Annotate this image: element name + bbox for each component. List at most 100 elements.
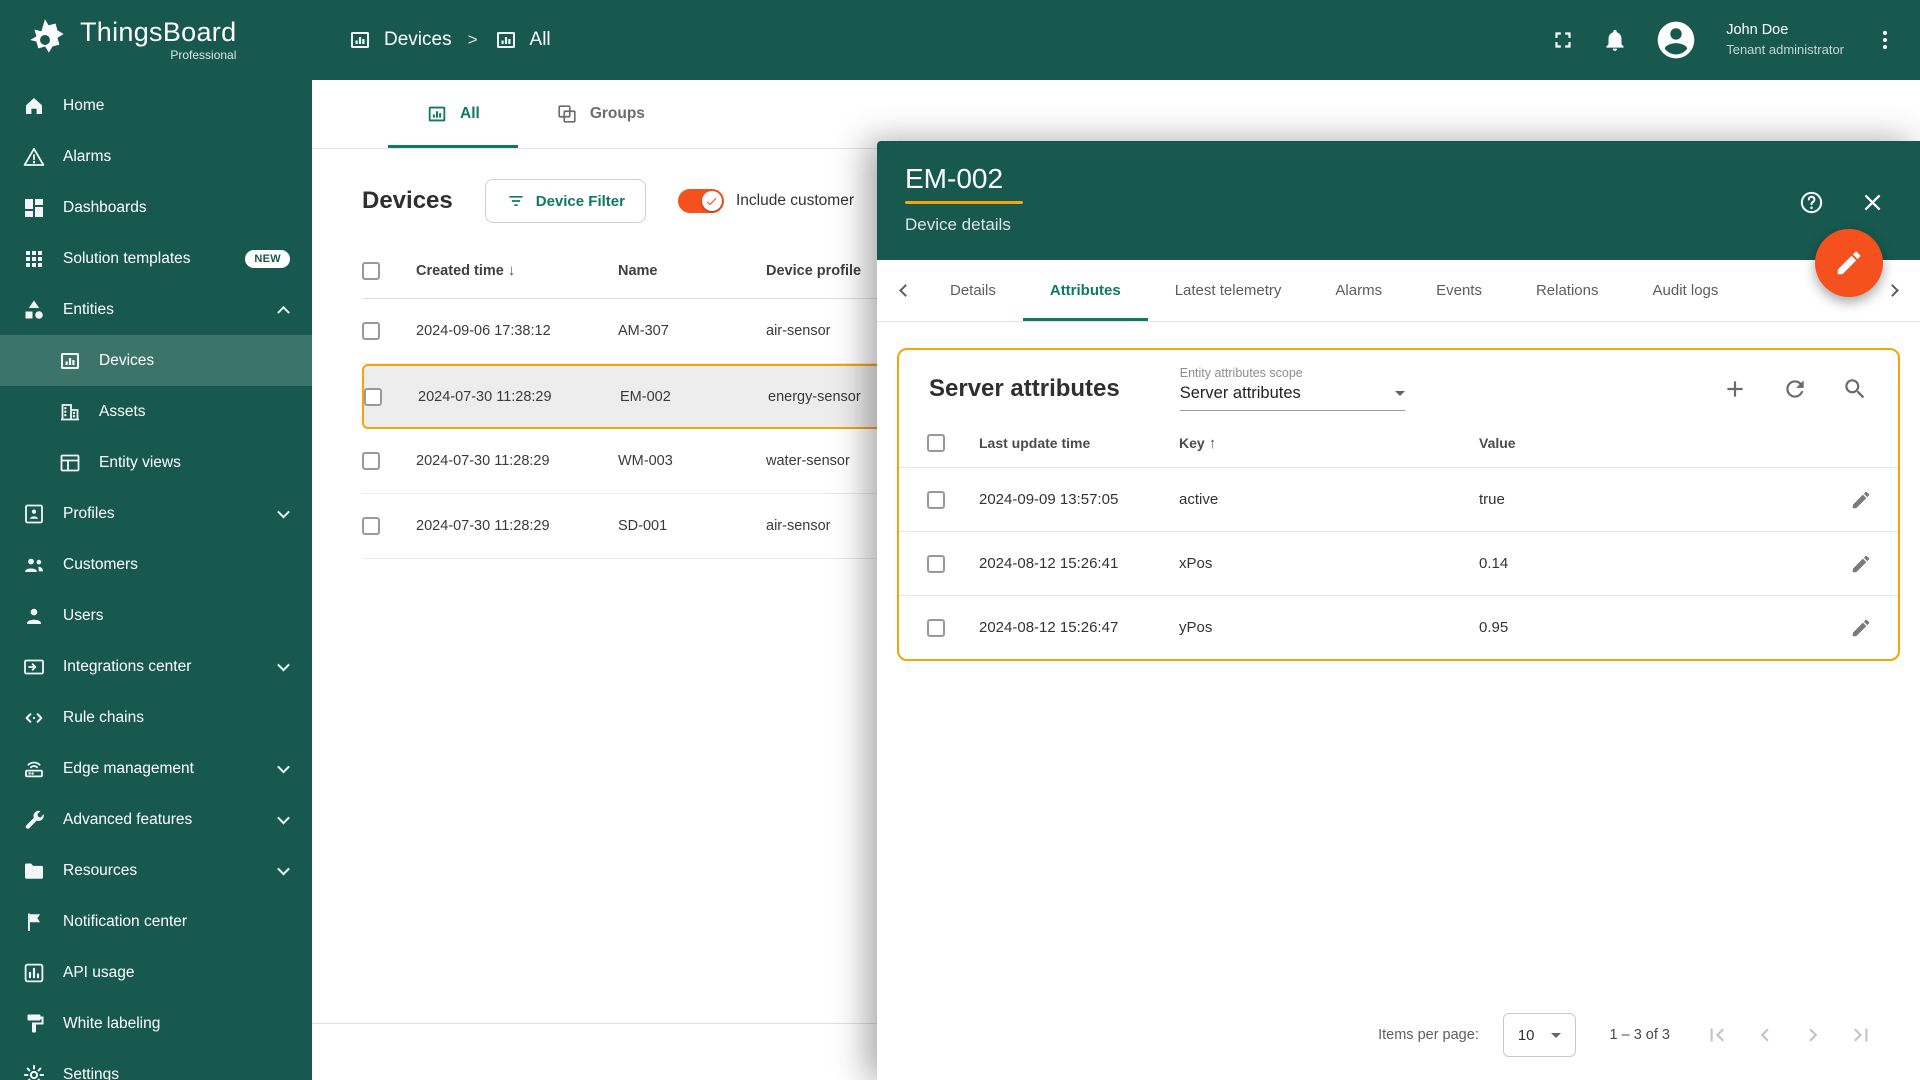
- sidebar-item-home[interactable]: Home: [0, 80, 312, 131]
- sidebar-item-settings[interactable]: Settings: [0, 1049, 312, 1080]
- fullscreen-icon[interactable]: [1550, 27, 1576, 53]
- row-checkbox[interactable]: [362, 452, 380, 470]
- row-checkbox[interactable]: [362, 322, 380, 340]
- sidebar-item-profiles[interactable]: Profiles: [0, 488, 312, 539]
- sidebar-item-edge-management[interactable]: Edge management: [0, 743, 312, 794]
- profiles-icon: [22, 502, 46, 526]
- sidebar-item-api-usage[interactable]: API usage: [0, 947, 312, 998]
- devices-icon: [58, 349, 82, 373]
- breadcrumb-devices[interactable]: Devices: [384, 29, 452, 51]
- entities-icon: [22, 298, 46, 322]
- breadcrumb-all[interactable]: All: [530, 29, 551, 51]
- edit-icon[interactable]: [1850, 617, 1872, 639]
- users-icon: [22, 604, 46, 628]
- panel-tab-alarms[interactable]: Alarms: [1308, 260, 1409, 321]
- last-page-icon[interactable]: [1848, 1022, 1874, 1048]
- tab-all[interactable]: All: [388, 80, 518, 148]
- attributes-scope-select[interactable]: Entity attributes scope Server attribute…: [1179, 366, 1405, 411]
- column-value[interactable]: Value: [1479, 435, 1828, 451]
- white_label-icon: [22, 1012, 46, 1036]
- attr-key-cell: yPos: [1179, 619, 1213, 636]
- breadcrumb-separator: >: [467, 30, 478, 49]
- sidebar-item-entities[interactable]: Entities: [0, 284, 312, 335]
- close-icon[interactable]: [1859, 189, 1886, 216]
- device-filter-button[interactable]: Device Filter: [484, 179, 646, 223]
- page-title: Devices: [362, 187, 453, 214]
- sidebar-item-solution-templates[interactable]: Solution templates NEW: [0, 233, 312, 284]
- user-info[interactable]: John Doe Tenant administrator: [1726, 21, 1844, 58]
- tabs-scroll-left[interactable]: [887, 260, 923, 321]
- sidebar-item-rule-chains[interactable]: Rule chains: [0, 692, 312, 743]
- user-avatar[interactable]: [1654, 18, 1698, 62]
- edit-fab[interactable]: [1815, 229, 1883, 297]
- sidebar-item-white-labeling[interactable]: White labeling: [0, 998, 312, 1049]
- sidebar-item-label: Edge management: [63, 759, 194, 777]
- sidebar-item-label: Entity views: [99, 453, 181, 471]
- tab-groups[interactable]: Groups: [518, 80, 683, 148]
- row-checkbox[interactable]: [362, 517, 380, 535]
- sidebar-item-assets[interactable]: Assets: [0, 386, 312, 437]
- panel-tab-attributes[interactable]: Attributes: [1022, 260, 1148, 321]
- attribute-row-active[interactable]: 2024-09-09 13:57:05 active true: [899, 467, 1898, 531]
- panel-tab-events[interactable]: Events: [1409, 260, 1509, 321]
- panel-tab-relations[interactable]: Relations: [1509, 260, 1626, 321]
- user-name: John Doe: [1726, 22, 1789, 39]
- row-checkbox[interactable]: [364, 387, 382, 406]
- sidebar-item-label: Devices: [99, 351, 155, 369]
- sidebar-item-entity-views[interactable]: Entity views: [0, 437, 312, 488]
- next-page-icon[interactable]: [1800, 1022, 1826, 1048]
- add-attribute-icon[interactable]: [1722, 376, 1748, 402]
- groups-icon: [556, 103, 578, 125]
- sidebar-item-dashboards[interactable]: Dashboards: [0, 182, 312, 233]
- edit-icon[interactable]: [1850, 553, 1872, 575]
- attribute-row-ypos[interactable]: 2024-08-12 15:26:47 yPos 0.95: [899, 595, 1898, 659]
- search-icon[interactable]: [1842, 376, 1868, 402]
- sidebar-item-customers[interactable]: Customers: [0, 539, 312, 590]
- refresh-icon[interactable]: [1782, 376, 1808, 402]
- column-created-time[interactable]: Created time ↓: [416, 262, 618, 279]
- column-key[interactable]: Key ↑: [1179, 435, 1479, 452]
- sidebar-item-label: Notification center: [63, 912, 188, 930]
- row-checkbox[interactable]: [927, 490, 945, 509]
- row-checkbox[interactable]: [927, 554, 945, 573]
- attributes-table-body: 2024-09-09 13:57:05 active true 2024-08-12 …: [899, 467, 1898, 659]
- notifications-bell-icon[interactable]: [1602, 27, 1628, 53]
- sidebar-item-users[interactable]: Users: [0, 590, 312, 641]
- attr-time-cell: 2024-08-12 15:26:41: [979, 555, 1119, 572]
- sidebar-item-advanced-features[interactable]: Advanced features: [0, 794, 312, 845]
- topbar-actions: John Doe Tenant administrator: [1550, 18, 1898, 62]
- sidebar-item-devices[interactable]: Devices: [0, 335, 312, 386]
- dropdown-caret-icon: [1550, 1032, 1561, 1038]
- toggle-label: Include customer: [735, 192, 854, 209]
- logo[interactable]: ThingsBoard Professional: [0, 0, 312, 80]
- sidebar-nav: Home Alarms Dashboards Solution templates NE…: [0, 80, 312, 1080]
- sidebar-item-alarms[interactable]: Alarms: [0, 131, 312, 182]
- select-all-checkbox[interactable]: [362, 261, 380, 280]
- row-checkbox[interactable]: [927, 618, 945, 637]
- help-icon[interactable]: [1798, 189, 1825, 216]
- sort-desc-icon: ↓: [507, 262, 516, 279]
- sidebar-item-notification-center[interactable]: Notification center: [0, 896, 312, 947]
- attribute-row-xpos[interactable]: 2024-08-12 15:26:41 xPos 0.14: [899, 531, 1898, 595]
- previous-page-icon[interactable]: [1752, 1022, 1778, 1048]
- more-menu-icon[interactable]: [1872, 27, 1898, 53]
- panel-tab-details[interactable]: Details: [923, 260, 1023, 321]
- panel-tab-audit-logs[interactable]: Audit logs: [1626, 260, 1746, 321]
- column-name[interactable]: Name: [618, 263, 766, 279]
- items-per-page-select[interactable]: 10: [1502, 1013, 1576, 1057]
- first-page-icon[interactable]: [1704, 1022, 1730, 1048]
- panel-tab-latest-telemetry[interactable]: Latest telemetry: [1148, 260, 1309, 321]
- edit-icon[interactable]: [1850, 489, 1872, 511]
- rule_chains-icon: [22, 706, 46, 730]
- attr-key-cell: xPos: [1179, 555, 1213, 572]
- panel-subtitle: Device details: [905, 215, 1011, 234]
- attributes-card-header: Server attributes Entity attributes scop…: [899, 350, 1898, 419]
- name-cell: AM-307: [618, 323, 669, 339]
- sidebar-item-integrations-center[interactable]: Integrations center: [0, 641, 312, 692]
- sidebar-item-resources[interactable]: Resources: [0, 845, 312, 896]
- sidebar-item-label: Resources: [63, 861, 138, 879]
- include-customer-toggle[interactable]: [677, 189, 724, 213]
- column-last-update-time[interactable]: Last update time: [979, 435, 1179, 451]
- panel-title[interactable]: EM-002: [905, 163, 1003, 195]
- select-all-checkbox[interactable]: [927, 434, 945, 452]
